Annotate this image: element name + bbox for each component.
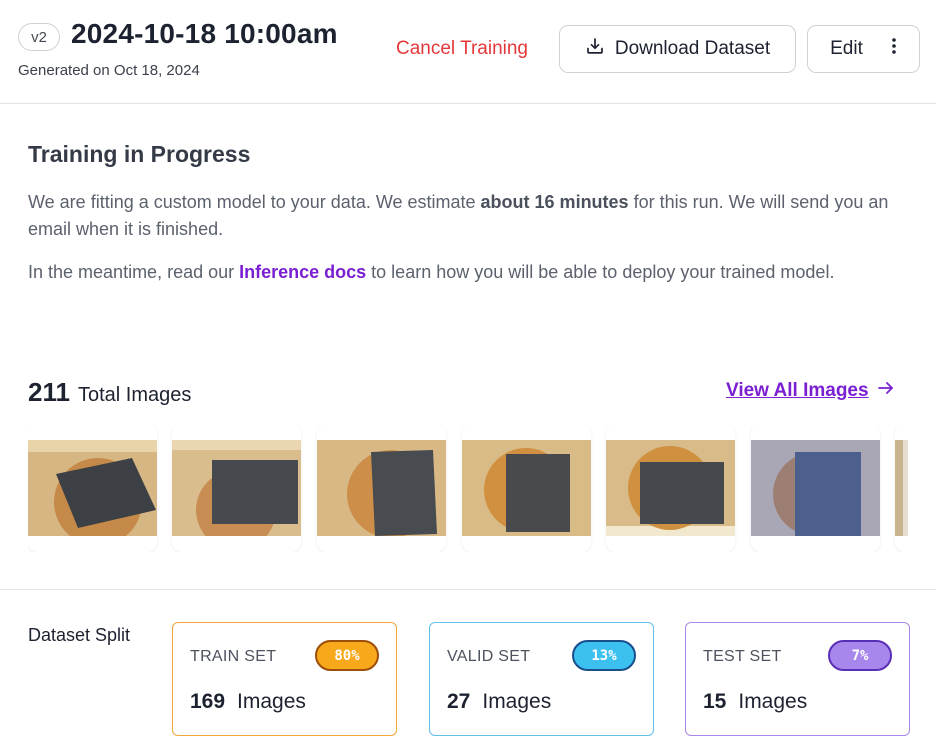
download-dataset-button[interactable]: Download Dataset: [559, 25, 796, 73]
arrow-right-icon: [877, 380, 895, 402]
hint-text-end: to learn how you will be able to deploy …: [366, 262, 835, 282]
valid-set-count: 27 Images: [447, 690, 551, 714]
more-vertical-icon: [891, 37, 897, 61]
valid-set-card[interactable]: VALID SET 13% 27 Images: [429, 622, 654, 736]
version-title: 2024-10-18 10:00am: [71, 18, 338, 49]
dataset-split-label: Dataset Split: [28, 625, 131, 645]
download-dataset-label: Download Dataset: [614, 38, 771, 59]
dataset-header: v2 2024-10-18 10:00am Generated on Oct 1…: [0, 0, 936, 104]
total-images: 211 Total Images: [28, 377, 191, 408]
valid-count-number: 27: [447, 690, 471, 713]
train-set-card[interactable]: TRAIN SET 80% 169 Images: [172, 622, 397, 736]
image-thumbnail[interactable]: [462, 424, 591, 552]
image-thumbnail[interactable]: [606, 424, 735, 552]
generated-date: Generated on Oct 18, 2024: [18, 62, 200, 79]
test-set-count: 15 Images: [703, 690, 807, 714]
image-thumbnail[interactable]: [751, 424, 880, 552]
view-all-images-link[interactable]: View All Images: [726, 380, 895, 402]
total-images-count: 211: [28, 377, 70, 407]
valid-percentage-badge: 13%: [572, 640, 636, 671]
inference-hint: In the meantime, read our Inference docs…: [28, 259, 908, 286]
description-text: We are fitting a custom model to your da…: [28, 192, 481, 212]
valid-set-title: VALID SET: [447, 648, 531, 665]
edit-button[interactable]: Edit: [807, 25, 920, 73]
image-thumbnail[interactable]: [172, 424, 301, 552]
valid-count-unit: Images: [482, 690, 552, 713]
image-thumbnail[interactable]: [895, 424, 908, 552]
image-thumbnails: [28, 424, 908, 552]
version-badge: v2: [18, 23, 60, 51]
total-images-label: Total Images: [77, 384, 192, 406]
cancel-training-button[interactable]: Cancel Training: [382, 28, 542, 70]
test-count-unit: Images: [738, 690, 808, 713]
estimate-text: about 16 minutes: [480, 192, 629, 212]
train-percentage-badge: 80%: [315, 640, 379, 671]
training-description: We are fitting a custom model to your da…: [28, 189, 908, 243]
inference-docs-link[interactable]: Inference docs: [239, 262, 366, 282]
view-all-images-label: View All Images: [726, 380, 869, 401]
test-set-card[interactable]: TEST SET 7% 15 Images: [685, 622, 910, 736]
section-divider: [0, 589, 936, 590]
test-set-title: TEST SET: [703, 648, 782, 665]
training-title: Training in Progress: [28, 141, 251, 167]
train-count-unit: Images: [237, 690, 306, 713]
test-percentage-badge: 7%: [828, 640, 892, 671]
hint-text: In the meantime, read our: [28, 262, 240, 282]
test-count-number: 15: [703, 690, 727, 713]
train-count-number: 169: [190, 690, 226, 713]
download-icon: [585, 36, 605, 62]
train-set-count: 169 Images: [190, 690, 306, 714]
image-thumbnail[interactable]: [28, 424, 157, 552]
train-set-title: TRAIN SET: [190, 648, 277, 665]
image-thumbnail[interactable]: [317, 424, 446, 552]
edit-label: Edit: [830, 38, 863, 59]
